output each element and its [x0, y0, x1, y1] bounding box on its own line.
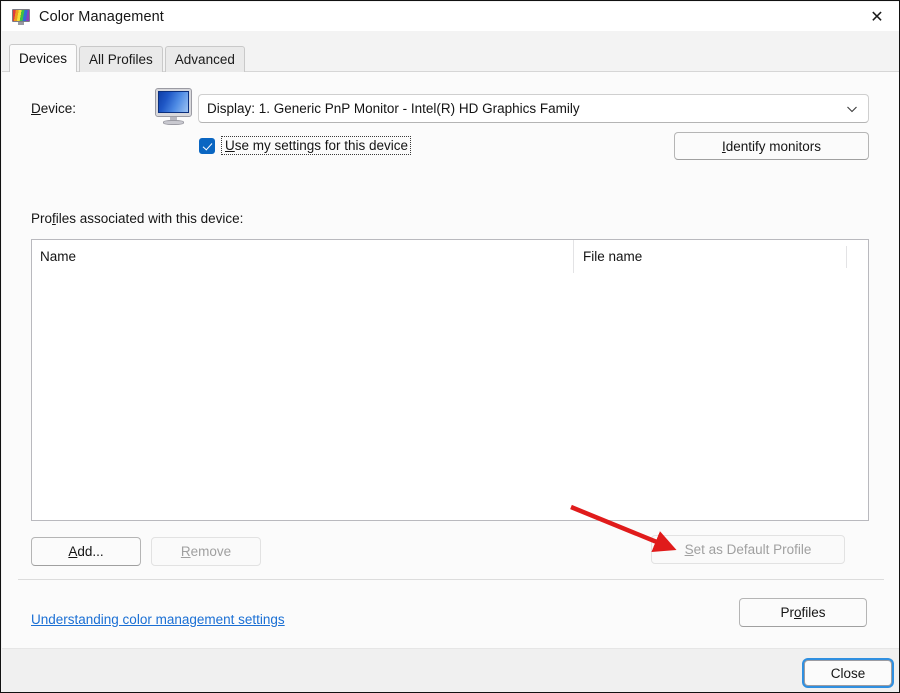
- set-default-button-label: Set as Default Profile: [685, 542, 812, 557]
- set-default-button: Set as Default Profile: [651, 535, 845, 564]
- close-icon[interactable]: ✕: [854, 2, 900, 31]
- checkbox-label: Use my settings for this device: [221, 136, 411, 155]
- close-button-label: Close: [831, 666, 866, 681]
- chevron-down-icon: [846, 103, 858, 115]
- add-button[interactable]: Add...: [31, 537, 141, 566]
- profiles-button[interactable]: Profiles: [739, 598, 867, 627]
- column-header-name[interactable]: Name: [32, 240, 573, 273]
- dialog-footer: [2, 648, 900, 693]
- profiles-button-label: Profiles: [780, 605, 825, 620]
- footer-divider: [18, 579, 884, 580]
- use-my-settings-checkbox[interactable]: Use my settings for this device: [199, 136, 411, 155]
- window-title: Color Management: [39, 9, 164, 25]
- titlebar: Color Management ✕: [2, 2, 900, 31]
- understanding-color-management-link[interactable]: Understanding color management settings: [31, 612, 285, 627]
- add-button-label: Add...: [68, 544, 103, 559]
- tab-devices[interactable]: Devices: [9, 44, 77, 72]
- device-select-value: Display: 1. Generic PnP Monitor - Intel(…: [207, 101, 580, 116]
- profiles-listbox[interactable]: Name File name: [31, 239, 869, 521]
- remove-button: Remove: [151, 537, 261, 566]
- remove-button-label: Remove: [181, 544, 231, 559]
- checkbox-box[interactable]: [199, 138, 215, 154]
- monitor-icon: [153, 88, 195, 126]
- identify-monitors-button[interactable]: Identify monitors: [674, 132, 869, 160]
- tab-advanced[interactable]: Advanced: [165, 46, 245, 72]
- identify-monitors-label: Identify monitors: [722, 139, 821, 154]
- tab-bar: Devices All Profiles Advanced: [2, 31, 900, 72]
- device-label: Device:: [31, 101, 76, 116]
- device-select[interactable]: Display: 1. Generic PnP Monitor - Intel(…: [198, 94, 869, 123]
- column-header-file-name[interactable]: File name: [573, 240, 868, 273]
- close-button[interactable]: Close: [804, 660, 892, 686]
- listbox-rows[interactable]: [32, 273, 868, 520]
- profiles-associated-label: Profiles associated with this device:: [31, 211, 243, 226]
- listbox-header: Name File name: [32, 240, 868, 273]
- tab-all-profiles[interactable]: All Profiles: [79, 46, 163, 72]
- color-management-window: Color Management ✕ Devices All Profiles …: [0, 0, 900, 693]
- color-monitor-icon: [12, 9, 30, 25]
